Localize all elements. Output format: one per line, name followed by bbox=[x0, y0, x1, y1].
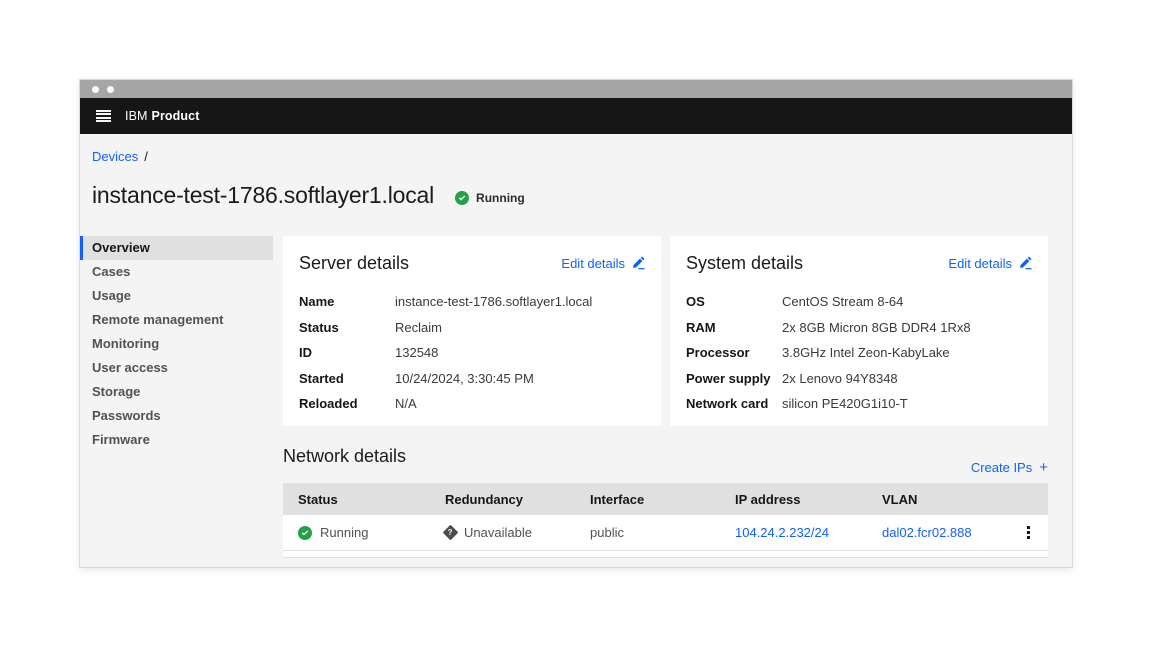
system-details-title: System details bbox=[686, 253, 803, 274]
page-title: instance-test-1786.softlayer1.local bbox=[92, 181, 434, 210]
vlan-cell: dal02.fcr02.888 bbox=[867, 525, 1008, 540]
brand-name: Product bbox=[152, 109, 200, 123]
system-edit-details-link[interactable]: Edit details bbox=[948, 256, 1032, 271]
network-details-title: Network details bbox=[283, 446, 406, 467]
edit-details-label: Edit details bbox=[948, 256, 1012, 271]
window-control-dot[interactable] bbox=[92, 86, 99, 93]
create-ips-link[interactable]: Create IPs + bbox=[971, 460, 1048, 475]
checkmark-icon bbox=[298, 526, 312, 540]
sidebar-item-firmware[interactable]: Firmware bbox=[80, 428, 273, 452]
redundancy-cell: ? Unavailable bbox=[430, 525, 575, 540]
column-header-interface: Interface bbox=[575, 492, 720, 507]
sidebar-item-user-access[interactable]: User access bbox=[80, 356, 273, 380]
detail-row: ReloadedN/A bbox=[299, 391, 645, 417]
table-row: Running ? Unavailable public 104.24.2.23… bbox=[283, 515, 1048, 551]
sidebar: Overview Cases Usage Remote management M… bbox=[80, 236, 273, 558]
unknown-icon: ? bbox=[443, 525, 459, 541]
ip-address-cell: 104.24.2.232/24 bbox=[720, 525, 867, 540]
network-details-section: Network details Create IPs + Status Redu… bbox=[283, 446, 1048, 558]
page-content: Devices / instance-test-1786.softlayer1.l… bbox=[80, 134, 1072, 567]
detail-panel: Server details Edit details Nameinstance… bbox=[283, 236, 1048, 558]
sidebar-item-passwords[interactable]: Passwords bbox=[80, 404, 273, 428]
table-header-row: Status Redundancy Interface IP address V… bbox=[283, 483, 1048, 515]
edit-details-label: Edit details bbox=[561, 256, 625, 271]
sidebar-item-overview[interactable]: Overview bbox=[80, 236, 273, 260]
column-header-ip-address: IP address bbox=[720, 492, 867, 507]
window-control-dot[interactable] bbox=[107, 86, 114, 93]
create-ips-label: Create IPs bbox=[971, 460, 1032, 475]
detail-row: StatusReclaim bbox=[299, 315, 645, 341]
status-badge: Running bbox=[455, 191, 525, 205]
checkmark-icon bbox=[455, 191, 469, 205]
detail-row: ID132548 bbox=[299, 340, 645, 366]
window-titlebar bbox=[80, 80, 1072, 98]
title-row: instance-test-1786.softlayer1.local Runn… bbox=[92, 181, 1072, 210]
detail-row: OSCentOS Stream 8-64 bbox=[686, 289, 1032, 315]
column-header-vlan: VLAN bbox=[867, 492, 1008, 507]
app-brand: IBM Product bbox=[125, 109, 199, 123]
status-label: Running bbox=[476, 191, 525, 205]
status-cell: Running bbox=[283, 525, 430, 540]
breadcrumb-separator: / bbox=[144, 149, 148, 164]
detail-row: Power supply2x Lenovo 94Y8348 bbox=[686, 366, 1032, 392]
sidebar-item-usage[interactable]: Usage bbox=[80, 284, 273, 308]
server-edit-details-link[interactable]: Edit details bbox=[561, 256, 645, 271]
sidebar-item-cases[interactable]: Cases bbox=[80, 260, 273, 284]
system-details-card: System details Edit details OSCentOS Str… bbox=[670, 236, 1048, 426]
interface-cell: public bbox=[575, 525, 720, 540]
breadcrumb: Devices / bbox=[92, 149, 1072, 164]
overflow-menu-icon[interactable] bbox=[1023, 522, 1034, 543]
app-header: IBM Product bbox=[80, 98, 1072, 134]
detail-row: Started10/24/2024, 3:30:45 PM bbox=[299, 366, 645, 392]
table-row-partial bbox=[283, 551, 1048, 558]
network-table: Status Redundancy Interface IP address V… bbox=[283, 483, 1048, 558]
menu-icon[interactable] bbox=[96, 110, 111, 123]
server-details-title: Server details bbox=[299, 253, 409, 274]
breadcrumb-link-devices[interactable]: Devices bbox=[92, 149, 138, 164]
sidebar-item-storage[interactable]: Storage bbox=[80, 380, 273, 404]
app-window: IBM Product Devices / instance-test-1786.s… bbox=[80, 80, 1072, 567]
edit-icon bbox=[1018, 256, 1032, 270]
add-icon: + bbox=[1039, 461, 1048, 474]
brand-prefix: IBM bbox=[125, 109, 148, 123]
column-header-redundancy: Redundancy bbox=[430, 492, 575, 507]
server-details-card: Server details Edit details Nameinstance… bbox=[283, 236, 661, 426]
vlan-link[interactable]: dal02.fcr02.888 bbox=[882, 525, 972, 540]
column-header-status: Status bbox=[283, 492, 430, 507]
edit-icon bbox=[631, 256, 645, 270]
detail-cards: Server details Edit details Nameinstance… bbox=[283, 236, 1048, 426]
sidebar-item-remote-management[interactable]: Remote management bbox=[80, 308, 273, 332]
detail-row: RAM2x 8GB Micron 8GB DDR4 1Rx8 bbox=[686, 315, 1032, 341]
main-area: Overview Cases Usage Remote management M… bbox=[80, 236, 1072, 558]
sidebar-item-monitoring[interactable]: Monitoring bbox=[80, 332, 273, 356]
detail-row: Network cardsilicon PE420G1i10-T bbox=[686, 391, 1032, 417]
ip-address-link[interactable]: 104.24.2.232/24 bbox=[735, 525, 829, 540]
detail-row: Nameinstance-test-1786.softlayer1.local bbox=[299, 289, 645, 315]
detail-row: Processor3.8GHz Intel Zeon-KabyLake bbox=[686, 340, 1032, 366]
